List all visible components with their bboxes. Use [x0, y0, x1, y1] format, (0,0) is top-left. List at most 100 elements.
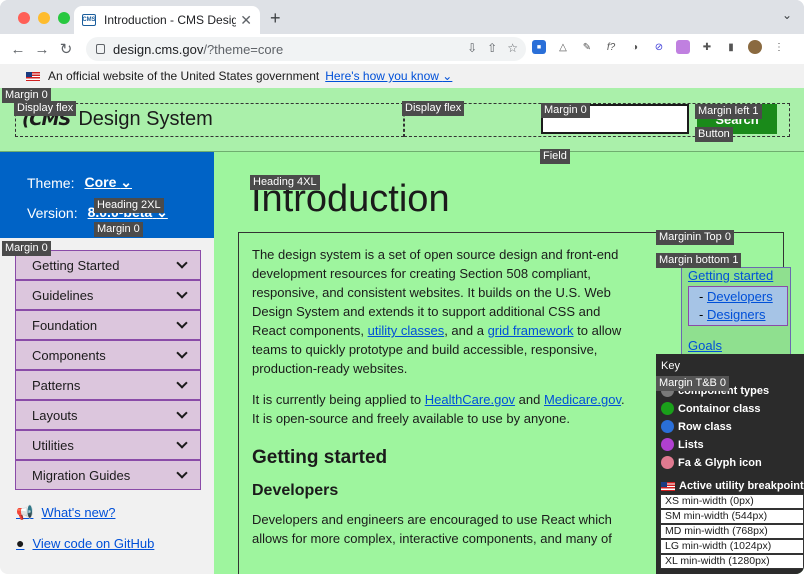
tag-field: Field: [540, 149, 570, 164]
sidebar-item-utilities[interactable]: Utilities: [15, 430, 201, 460]
cms-favicon-icon: CMS: [82, 14, 96, 26]
tag-margin-0-nav: Margin 0: [2, 241, 51, 256]
developers-paragraph: Developers and engineers are encouraged …: [252, 512, 612, 546]
extension-icon[interactable]: ■: [532, 40, 546, 54]
heres-how-you-know-link[interactable]: Here's how you know ⌄: [325, 69, 452, 83]
tag-margin-tb-0: Margin T&B 0: [656, 376, 730, 391]
chevron-down-icon: ⌄: [120, 174, 132, 190]
key-item: Fa & Glyph icon: [661, 456, 762, 469]
rss-extension-icon[interactable]: ◑: [628, 40, 642, 54]
table-of-contents: Getting started - Developers - Designers…: [681, 267, 791, 359]
tag-margin-bottom-1: Margin bottom 1: [656, 253, 742, 268]
tag-heading-2xl: Heading 2XL: [94, 198, 164, 213]
us-flag-icon: [26, 71, 40, 81]
browser-toolbar: ← → ↻ design.cms.gov/?theme=core ⇩ ⇧ ☆ ■…: [0, 34, 804, 64]
grid-framework-link[interactable]: grid framework: [488, 323, 574, 338]
sidebar-item-components[interactable]: Components: [15, 340, 201, 370]
medicare-link[interactable]: Medicare.gov: [544, 392, 621, 407]
toc-developers-link[interactable]: Developers: [707, 289, 773, 304]
toc-designers-link[interactable]: Designers: [707, 307, 766, 322]
tag-display-flex-2: Display flex: [402, 101, 465, 116]
new-tab-button[interactable]: +: [270, 8, 281, 29]
extensions-area: ■ △ ✎ f? ◑ ⊘ ✚ ▮ ⋮: [532, 40, 786, 54]
nav-label: Layouts: [32, 407, 78, 423]
function-extension-icon[interactable]: f?: [604, 40, 618, 54]
install-icon[interactable]: ⇩: [467, 41, 477, 55]
toc-getting-started-link[interactable]: Getting started: [688, 268, 773, 283]
profile-avatar[interactable]: [748, 40, 762, 54]
utility-classes-link[interactable]: utility classes: [368, 323, 445, 338]
eyedropper-extension-icon[interactable]: ✎: [580, 40, 594, 54]
sidebar-item-migration-guides[interactable]: Migration Guides: [15, 460, 201, 490]
reload-icon[interactable]: ↻: [54, 40, 78, 58]
site-header: CMS Design System Search: [0, 88, 804, 152]
browser-tab[interactable]: CMS Introduction - CMS Design System ✕: [74, 6, 260, 34]
chevron-down-icon: [176, 257, 188, 269]
sidebar-item-guidelines[interactable]: Guidelines: [15, 280, 201, 310]
key-label: Row class: [678, 420, 732, 433]
toc-sublist: - Developers - Designers: [688, 286, 788, 326]
maximize-window-button[interactable]: [58, 12, 70, 24]
tag-marginin-top-0: Marginin Top 0: [656, 230, 734, 245]
window-controls: [18, 12, 70, 24]
sidebar-item-layouts[interactable]: Layouts: [15, 400, 201, 430]
purple-dot-icon: [661, 438, 674, 451]
us-flag-icon: [661, 481, 675, 491]
sidepanel-icon[interactable]: ▮: [724, 40, 738, 54]
forward-arrow-icon[interactable]: →: [30, 41, 54, 58]
block-extension-icon[interactable]: ⊘: [652, 40, 666, 54]
nav-label: Migration Guides: [32, 467, 131, 483]
sidebar-item-patterns[interactable]: Patterns: [15, 370, 201, 400]
chevron-down-icon: [176, 377, 188, 389]
chevron-down-icon: [176, 467, 188, 479]
breakpoints-title: Active utility breakpoints: [661, 480, 804, 492]
whats-new-link[interactable]: 📢 What's new?: [16, 504, 115, 521]
breakpoint-sm: SM min-width (544px): [660, 509, 804, 524]
puzzle-extensions-icon[interactable]: ✚: [700, 40, 714, 54]
grid-extension-icon[interactable]: [676, 40, 690, 54]
nav-label: Utilities: [32, 437, 74, 453]
sidebar-item-foundation[interactable]: Foundation: [15, 310, 201, 340]
nav-label: Getting Started: [32, 257, 120, 273]
heres-how-link-label: Here's how you know: [325, 69, 439, 83]
breakpoints-title-label: Active utility breakpoints: [679, 480, 804, 492]
tag-margin-0-field: Margin 0: [541, 103, 590, 118]
gov-banner: An official website of the United States…: [0, 64, 804, 88]
close-tab-icon[interactable]: ✕: [240, 12, 252, 29]
key-item: Row class: [661, 420, 732, 433]
url-path: /?theme=core: [203, 41, 284, 57]
lock-icon: [96, 44, 105, 54]
tag-heading-4xl: Heading 4XL: [250, 175, 320, 190]
page: CMS Design System Search Margin 0 Displa…: [0, 88, 804, 574]
chevron-down-icon: [176, 317, 188, 329]
toc-bullet: -: [699, 307, 704, 322]
toc-goals-link[interactable]: Goals: [688, 338, 722, 353]
sidebar: Theme: Core ⌄ Version: 8.0.0-beta ⌄ Head…: [0, 152, 214, 574]
github-link[interactable]: ● View code on GitHub: [16, 535, 154, 551]
address-bar[interactable]: design.cms.gov/?theme=core ⇩ ⇧ ☆: [86, 37, 526, 61]
bookmark-star-icon[interactable]: ☆: [507, 41, 518, 55]
key-title: Key: [661, 360, 680, 372]
back-arrow-icon[interactable]: ←: [6, 41, 30, 58]
tag-button: Button: [695, 127, 733, 142]
toc-bullet: -: [699, 289, 704, 304]
chevron-down-icon: ⌄: [442, 69, 453, 83]
breakpoint-xs: XS min-width (0px): [660, 494, 804, 509]
whats-new-label: What's new?: [41, 505, 116, 520]
applied-paragraph: It is currently being applied to HealthC…: [252, 390, 632, 428]
menu-kebab-icon[interactable]: ⋮: [772, 40, 786, 54]
minimize-window-button[interactable]: [38, 12, 50, 24]
github-label: View code on GitHub: [32, 535, 155, 551]
close-window-button[interactable]: [18, 12, 30, 24]
theme-select[interactable]: Core ⌄: [84, 174, 132, 191]
nav-label: Guidelines: [32, 287, 94, 303]
chevron-down-icon: [176, 347, 188, 359]
theme-switcher: Theme: Core ⌄ Version: 8.0.0-beta ⌄ Head…: [0, 152, 214, 238]
brain-icon: [661, 456, 674, 469]
share-icon[interactable]: ⇧: [487, 41, 497, 55]
nav-label: Components: [32, 347, 106, 363]
tag-margin-left-1: Margin left 1: [695, 104, 762, 119]
triangle-extension-icon[interactable]: △: [556, 40, 570, 54]
healthcare-link[interactable]: HealthCare.gov: [425, 392, 515, 407]
tab-search-chevron-icon[interactable]: ⌄: [782, 8, 792, 22]
